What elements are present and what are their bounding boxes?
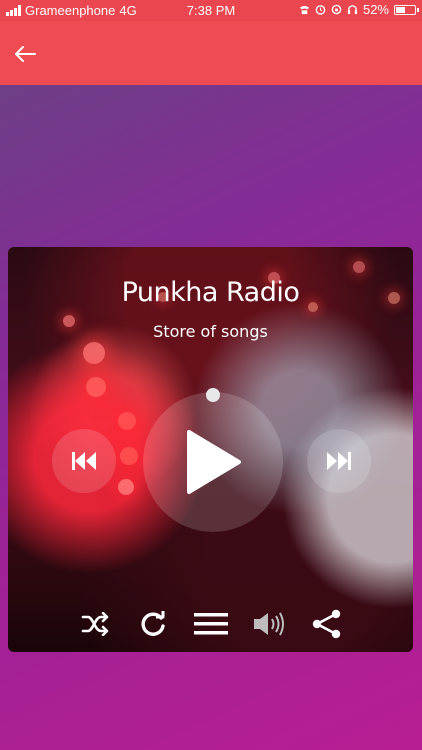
- headphones-icon: [347, 5, 358, 15]
- battery-icon: [394, 4, 419, 15]
- skip-previous-icon: [72, 452, 96, 470]
- phone-icon: [299, 5, 310, 15]
- lock-rotation-icon: [331, 4, 342, 15]
- share-button[interactable]: [310, 607, 344, 641]
- stage-light: [86, 377, 106, 397]
- volume-button[interactable]: [252, 607, 286, 641]
- station-title: Punkha Radio: [121, 277, 300, 308]
- alarm-icon: [315, 5, 326, 15]
- stage-light: [83, 342, 105, 364]
- playlist-icon: [193, 613, 228, 635]
- arrow-left-icon: [15, 46, 36, 62]
- back-button[interactable]: [10, 39, 40, 69]
- stage-light: [118, 412, 136, 430]
- play-button[interactable]: [143, 392, 283, 532]
- seek-knob[interactable]: [206, 388, 220, 402]
- next-button[interactable]: [307, 429, 371, 493]
- repeat-icon: [141, 611, 165, 636]
- shuffle-icon: [81, 612, 108, 636]
- playlist-button[interactable]: [193, 607, 228, 641]
- station-subtitle: Store of songs: [153, 322, 268, 341]
- app-bar: [0, 21, 422, 85]
- player-card: Punkha Radio Store of songs: [8, 247, 413, 652]
- play-icon: [187, 430, 241, 494]
- stage-light: [120, 447, 138, 465]
- share-icon: [312, 609, 340, 639]
- volume-icon: [253, 612, 284, 636]
- battery-percent: 52%: [362, 2, 389, 17]
- previous-button[interactable]: [52, 429, 116, 493]
- stage-light: [353, 261, 365, 273]
- skip-next-icon: [327, 452, 351, 470]
- player-actions: [8, 607, 413, 641]
- shuffle-button[interactable]: [78, 607, 112, 641]
- repeat-button[interactable]: [136, 607, 170, 641]
- stage-light: [118, 479, 134, 495]
- status-bar: Grameenphone 4G 7:38 PM 52%: [0, 0, 422, 21]
